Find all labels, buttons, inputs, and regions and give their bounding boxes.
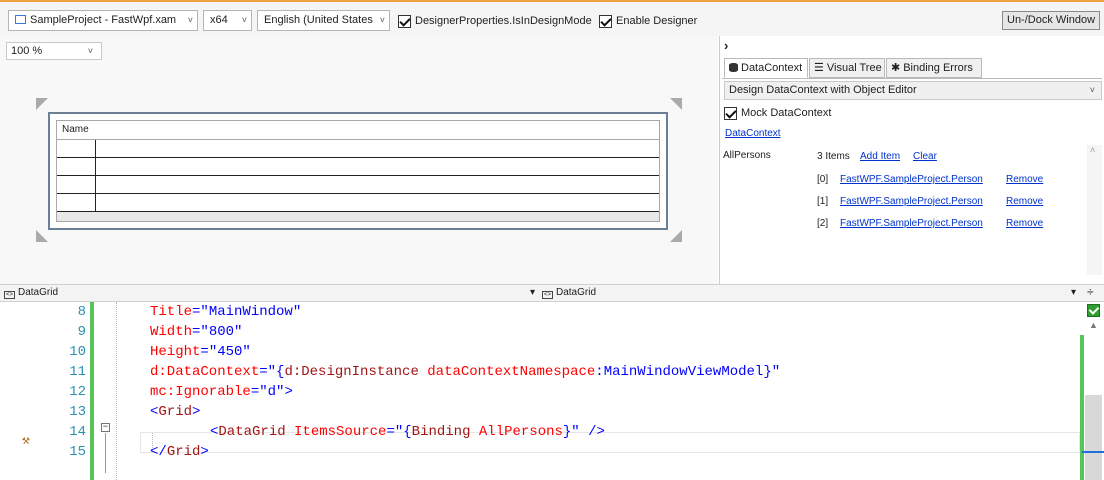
chevron-down-icon: ˅ bbox=[241, 15, 247, 25]
remove-item-link[interactable]: Remove bbox=[1006, 174, 1043, 185]
table-row[interactable] bbox=[57, 140, 659, 158]
remove-item-link[interactable]: Remove bbox=[1006, 218, 1043, 229]
bug-icon: ✱ bbox=[891, 62, 901, 74]
tab-binding-errors[interactable]: ✱ Binding Errors bbox=[886, 58, 982, 78]
code-line: 14 <DataGrid ItemsSource="{Binding AllPe… bbox=[69, 424, 605, 440]
item-index: [2] bbox=[817, 218, 829, 229]
checkbox-checked-icon[interactable] bbox=[599, 14, 612, 28]
table-row[interactable] bbox=[57, 194, 659, 212]
language-combo[interactable]: English (United States ˅ bbox=[257, 10, 390, 31]
object-editor-select[interactable]: Design DataContext with Object Editor ˅ bbox=[724, 81, 1102, 100]
resize-corner-top-left bbox=[36, 98, 48, 110]
item-index: [0] bbox=[817, 174, 829, 185]
code-line: 9 Width="800" bbox=[77, 324, 243, 340]
checkbox-checked-icon[interactable] bbox=[724, 106, 737, 120]
split-icon[interactable]: ÷ bbox=[1087, 285, 1094, 299]
change-map-indicator bbox=[1080, 335, 1084, 480]
code-line: 12 mc:Ignorable="d"> bbox=[69, 384, 293, 400]
chevron-down-icon: ˅ bbox=[87, 46, 93, 56]
designer-toolbar: SampleProject - FastWpf.xam ˅ x64 ˅ Engl… bbox=[0, 0, 1104, 36]
property-name: AllPersons bbox=[723, 150, 771, 161]
no-issues-icon bbox=[1087, 304, 1100, 317]
chevron-down-icon[interactable]: ▾ bbox=[1071, 287, 1076, 298]
element-icon: <> bbox=[542, 291, 553, 299]
code-line: 13 <Grid> bbox=[69, 404, 201, 420]
resize-corner-bottom-right[interactable] bbox=[670, 230, 682, 242]
nav-element-left[interactable]: <> DataGrid bbox=[4, 287, 58, 299]
chevron-up-icon[interactable]: ▲ bbox=[1089, 320, 1098, 330]
chevron-up-icon[interactable]: ˄ bbox=[1090, 145, 1095, 155]
expander-icon[interactable]: › bbox=[724, 38, 728, 53]
design-mode-checkbox[interactable]: DesignerProperties.IsInDesignMode bbox=[398, 13, 592, 29]
items-count: 3 Items bbox=[817, 151, 850, 162]
code-line: 10 Height="450" bbox=[69, 344, 251, 360]
resize-corner-top-right bbox=[670, 98, 682, 110]
caret-marker bbox=[1082, 451, 1104, 453]
table-row[interactable] bbox=[57, 158, 659, 176]
item-index: [1] bbox=[817, 196, 829, 207]
clear-link[interactable]: Clear bbox=[913, 151, 937, 162]
project-combo[interactable]: SampleProject - FastWpf.xam ˅ bbox=[8, 10, 198, 31]
scrollbar-thumb[interactable] bbox=[1085, 395, 1102, 480]
datacontext-link[interactable]: DataContext bbox=[725, 128, 781, 139]
list-icon: ☰ bbox=[814, 62, 824, 74]
nav-element-right[interactable]: <> DataGrid bbox=[542, 287, 596, 299]
chevron-down-icon[interactable]: ▾ bbox=[530, 287, 535, 298]
xaml-code-editor[interactable]: − ⚒ 8 Title="MainWindow" 9 Width="800" 1… bbox=[0, 302, 1104, 480]
database-icon bbox=[729, 63, 738, 72]
chevron-down-icon: ˅ bbox=[379, 15, 385, 25]
element-icon: <> bbox=[4, 291, 15, 299]
tab-visual-tree[interactable]: ☰ Visual Tree bbox=[809, 58, 885, 78]
table-row[interactable] bbox=[57, 176, 659, 194]
add-item-link[interactable]: Add Item bbox=[860, 151, 900, 162]
code-line: 8 Title="MainWindow" bbox=[77, 304, 302, 320]
tab-datacontext[interactable]: DataContext bbox=[724, 58, 808, 78]
mock-datacontext-checkbox[interactable]: Mock DataContext bbox=[724, 105, 831, 121]
chevron-down-icon: ˅ bbox=[187, 15, 193, 25]
row-header-divider bbox=[95, 140, 96, 212]
item-type-link[interactable]: FastWPF.SampleProject.Person bbox=[840, 196, 983, 207]
checkbox-checked-icon[interactable] bbox=[398, 14, 411, 28]
column-header-name[interactable]: Name bbox=[57, 121, 659, 140]
panel-scrollbar[interactable]: ˄ bbox=[1087, 145, 1102, 275]
remove-item-link[interactable]: Remove bbox=[1006, 196, 1043, 207]
item-type-link[interactable]: FastWPF.SampleProject.Person bbox=[840, 218, 983, 229]
chevron-down-icon: ˅ bbox=[1089, 85, 1095, 95]
code-line: 15 </Grid> bbox=[69, 444, 209, 460]
code-line: 11 d:DataContext="{d:DesignInstance data… bbox=[69, 364, 781, 380]
platform-combo[interactable]: x64 ˅ bbox=[203, 10, 252, 31]
item-type-link[interactable]: FastWPF.SampleProject.Person bbox=[840, 174, 983, 185]
datagrid-preview[interactable]: Name bbox=[48, 112, 668, 230]
window-icon bbox=[15, 15, 26, 24]
resize-corner-bottom-left bbox=[36, 230, 48, 242]
datagrid-body: Name bbox=[56, 120, 660, 222]
xaml-navigation-bar: <> DataGrid ▾ <> DataGrid ▾ ÷ bbox=[0, 284, 1104, 302]
dock-window-button[interactable]: Un-/Dock Window bbox=[1002, 11, 1101, 30]
zoom-combo[interactable]: 100 % ˅ bbox=[6, 42, 102, 60]
enable-designer-checkbox[interactable]: Enable Designer bbox=[599, 13, 697, 29]
